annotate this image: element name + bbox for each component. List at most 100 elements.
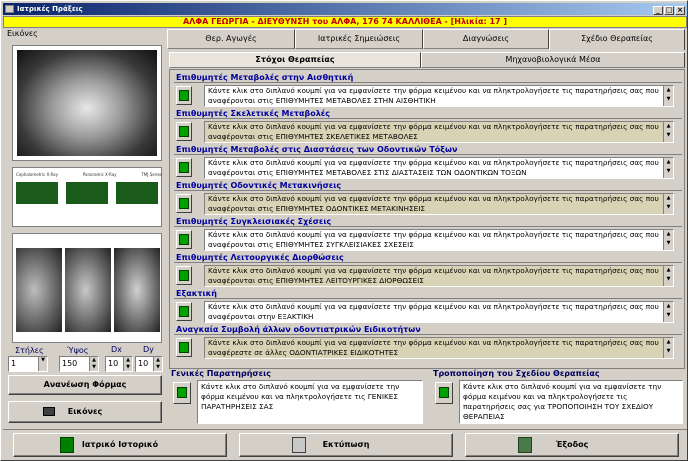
minimize-button[interactable]: _ xyxy=(653,6,663,15)
height-stepper[interactable]: 150 ▲ ▼ xyxy=(59,356,99,372)
tab-label: Σχέδιο Θεραπείας xyxy=(581,34,653,43)
section-text[interactable]: Κάντε κλικ στο διπλανό κουμπί για να εμφ… xyxy=(204,337,674,359)
section-title: Επιθυμητές Μεταβολές στην Αισθητική xyxy=(174,72,682,83)
edit-modification-button[interactable] xyxy=(435,382,453,404)
treatment-goals-panel: Επιθυμητές Μεταβολές στην Αισθητική Κάντ… xyxy=(169,69,685,369)
exit-door-icon xyxy=(518,437,532,453)
section-text-content: Κάντε κλικ στο διπλανό κουμπί για να εμφ… xyxy=(208,230,659,249)
scrollbar[interactable]: ▲ ▼ xyxy=(663,302,673,322)
edit-note-icon xyxy=(179,198,189,209)
images-button[interactable]: Εικόνες xyxy=(8,401,162,423)
edit-note-icon xyxy=(179,126,189,137)
scrollbar[interactable]: ▲ ▼ xyxy=(663,338,673,358)
tab-treatments[interactable]: Θερ. Αγωγές xyxy=(167,29,295,49)
edit-text-button[interactable] xyxy=(176,338,192,357)
camera-icon xyxy=(43,407,55,416)
chevron-down-icon[interactable]: ▼ xyxy=(38,357,47,371)
thumb-label-3: TMJ Series xyxy=(141,172,162,177)
subtab-label: Μηχανοβιολογικά Μέσα xyxy=(505,55,601,64)
maximize-button[interactable]: □ xyxy=(664,6,674,15)
printer-icon xyxy=(292,437,306,453)
scrollbar[interactable]: ▲ ▼ xyxy=(663,230,673,250)
general-remarks-content: Κάντε κλικ στο διπλανό κουμπί για να εμφ… xyxy=(201,382,400,411)
subtab-treatment-goals[interactable]: Στόχοι Θεραπείας xyxy=(169,52,421,68)
section-title: Επιθυμητές Συγκλεισιακές Σχέσεις xyxy=(174,216,682,227)
tab-label: Διαγνώσεις xyxy=(462,34,510,43)
series-thumb-2 xyxy=(66,182,108,204)
section-text-content: Κάντε κλικ στο διπλανό κουμπί για να εμφ… xyxy=(208,122,659,141)
subtab-label: Στόχοι Θεραπείας xyxy=(255,55,335,64)
title-bar: Ιατρικές Πράξεις _ □ × xyxy=(3,3,687,15)
section-functional: Επιθυμητές Λειτουργικές Διορθώσεις Κάντε… xyxy=(172,252,684,288)
scrollbar[interactable]: ▲ ▼ xyxy=(663,86,673,106)
panoramic-image[interactable] xyxy=(12,45,162,161)
images-button-label: Εικόνες xyxy=(67,407,103,416)
section-title: Αναγκαία Συμβολή άλλων οδοντιατρικών Ειδ… xyxy=(174,324,682,335)
footer-bar: Ιατρικό Ιστορικό Εκτύπωση Έξοδος xyxy=(3,429,687,460)
height-label: Ύψος xyxy=(67,346,89,355)
tab-diagnoses[interactable]: Διαγνώσεις xyxy=(423,29,549,49)
series-image[interactable]: Cephalometric X-Ray Panoramic X-Ray TMJ … xyxy=(12,167,162,227)
section-text[interactable]: Κάντε κλικ στο διπλανό κουμπί για να εμφ… xyxy=(204,301,674,323)
dy-stepper[interactable]: 10 ▲ ▼ xyxy=(135,356,163,372)
tab-medical-notes[interactable]: Ιατρικές Σημειώσεις xyxy=(295,29,423,49)
ceph-xray-1 xyxy=(16,248,62,332)
stepper-arrows-icon[interactable]: ▲ ▼ xyxy=(123,357,132,371)
section-text-content: Κάντε κλικ στο διπλανό κουμπί για να εμφ… xyxy=(208,194,659,213)
edit-text-button[interactable] xyxy=(176,194,192,213)
edit-note-icon xyxy=(179,90,189,101)
ceph-xray-3 xyxy=(114,248,160,332)
edit-text-button[interactable] xyxy=(176,302,192,321)
section-text-content: Κάντε κλικ στο διπλανό κουμπί για να εμφ… xyxy=(208,338,659,357)
section-text[interactable]: Κάντε κλικ στο διπλανό κουμπί για να εμφ… xyxy=(204,85,674,107)
general-remarks-text[interactable]: Κάντε κλικ στο διπλανό κουμπί για να εμφ… xyxy=(197,380,423,424)
height-value: 150 xyxy=(62,359,78,368)
general-remarks-title: Γενικές Παρατηρήσεις xyxy=(171,369,271,378)
exit-button[interactable]: Έξοδος xyxy=(465,433,679,457)
edit-text-button[interactable] xyxy=(176,86,192,105)
cephalometric-image[interactable] xyxy=(12,233,162,343)
scrollbar[interactable]: ▲ ▼ xyxy=(663,266,673,286)
plan-modification-text[interactable]: Κάντε κλικ στο διπλανό κουμπί για να εμφ… xyxy=(459,380,683,424)
edit-text-button[interactable] xyxy=(176,122,192,141)
images-panel: Εικόνες Cephalometric X-Ray Panoramic X-… xyxy=(3,29,165,429)
section-text[interactable]: Κάντε κλικ στο διπλανό κουμπί για να εμφ… xyxy=(204,157,674,179)
edit-text-button[interactable] xyxy=(176,230,192,249)
dx-value: 10 xyxy=(108,359,119,368)
window-title: Ιατρικές Πράξεις xyxy=(17,5,83,13)
cols-select[interactable]: 1 ▼ xyxy=(8,356,48,372)
dx-stepper[interactable]: 10 ▲ ▼ xyxy=(105,356,133,372)
refresh-form-button[interactable]: Ανανέωση Φόρμας xyxy=(8,375,162,395)
edit-general-button[interactable] xyxy=(173,382,191,404)
section-text[interactable]: Κάντε κλικ στο διπλανό κουμπί για να εμφ… xyxy=(204,265,674,287)
section-text[interactable]: Κάντε κλικ στο διπλανό κουμπί για να εμφ… xyxy=(204,121,674,143)
tab-treatment-plan[interactable]: Σχέδιο Θεραπείας xyxy=(549,29,685,50)
section-exaktiki: Εξακτική Κάντε κλικ στο διπλανό κουμπί γ… xyxy=(172,288,684,324)
section-text[interactable]: Κάντε κλικ στο διπλανό κουμπί για να εμφ… xyxy=(204,229,674,251)
medical-history-button[interactable]: Ιατρικό Ιστορικό xyxy=(13,433,227,457)
cols-value: 1 xyxy=(11,359,17,368)
tab-label: Θερ. Αγωγές xyxy=(205,34,257,43)
edit-text-button[interactable] xyxy=(176,158,192,177)
refresh-form-label: Ανανέωση Φόρμας xyxy=(43,380,127,389)
sub-tabs: Στόχοι Θεραπείας Μηχανοβιολογικά Μέσα xyxy=(169,52,685,68)
scrollbar[interactable]: ▲ ▼ xyxy=(663,194,673,214)
scrollbar[interactable]: ▲ ▼ xyxy=(663,122,673,142)
stepper-arrows-icon[interactable]: ▲ ▼ xyxy=(153,357,162,371)
dy-value: 10 xyxy=(138,359,149,368)
section-text-content: Κάντε κλικ στο διπλανό κουμπί για να εμφ… xyxy=(208,158,659,177)
main-tabs: Θερ. Αγωγές Ιατρικές Σημειώσεις Διαγνώσε… xyxy=(167,29,687,50)
edit-text-button[interactable] xyxy=(176,266,192,285)
section-text-content: Κάντε κλικ στο διπλανό κουμπί για να εμφ… xyxy=(208,302,659,321)
print-button[interactable]: Εκτύπωση xyxy=(239,433,453,457)
section-title: Επιθυμητές Σκελετικές Μεταβολές xyxy=(174,108,682,119)
section-text[interactable]: Κάντε κλικ στο διπλανό κουμπί για να εμφ… xyxy=(204,193,674,215)
scrollbar[interactable]: ▲ ▼ xyxy=(663,158,673,178)
section-arch-dimensions: Επιθυμητές Μεταβολές στις Διαστάσεις των… xyxy=(172,144,684,180)
edit-note-icon xyxy=(179,234,189,245)
close-button[interactable]: × xyxy=(675,6,685,15)
stepper-arrows-icon[interactable]: ▲ ▼ xyxy=(89,357,98,371)
subtab-mechanobiological[interactable]: Μηχανοβιολογικά Μέσα xyxy=(421,52,685,68)
app-icon xyxy=(5,5,14,13)
thumb-label-2: Panoramic X-Ray xyxy=(82,172,117,177)
